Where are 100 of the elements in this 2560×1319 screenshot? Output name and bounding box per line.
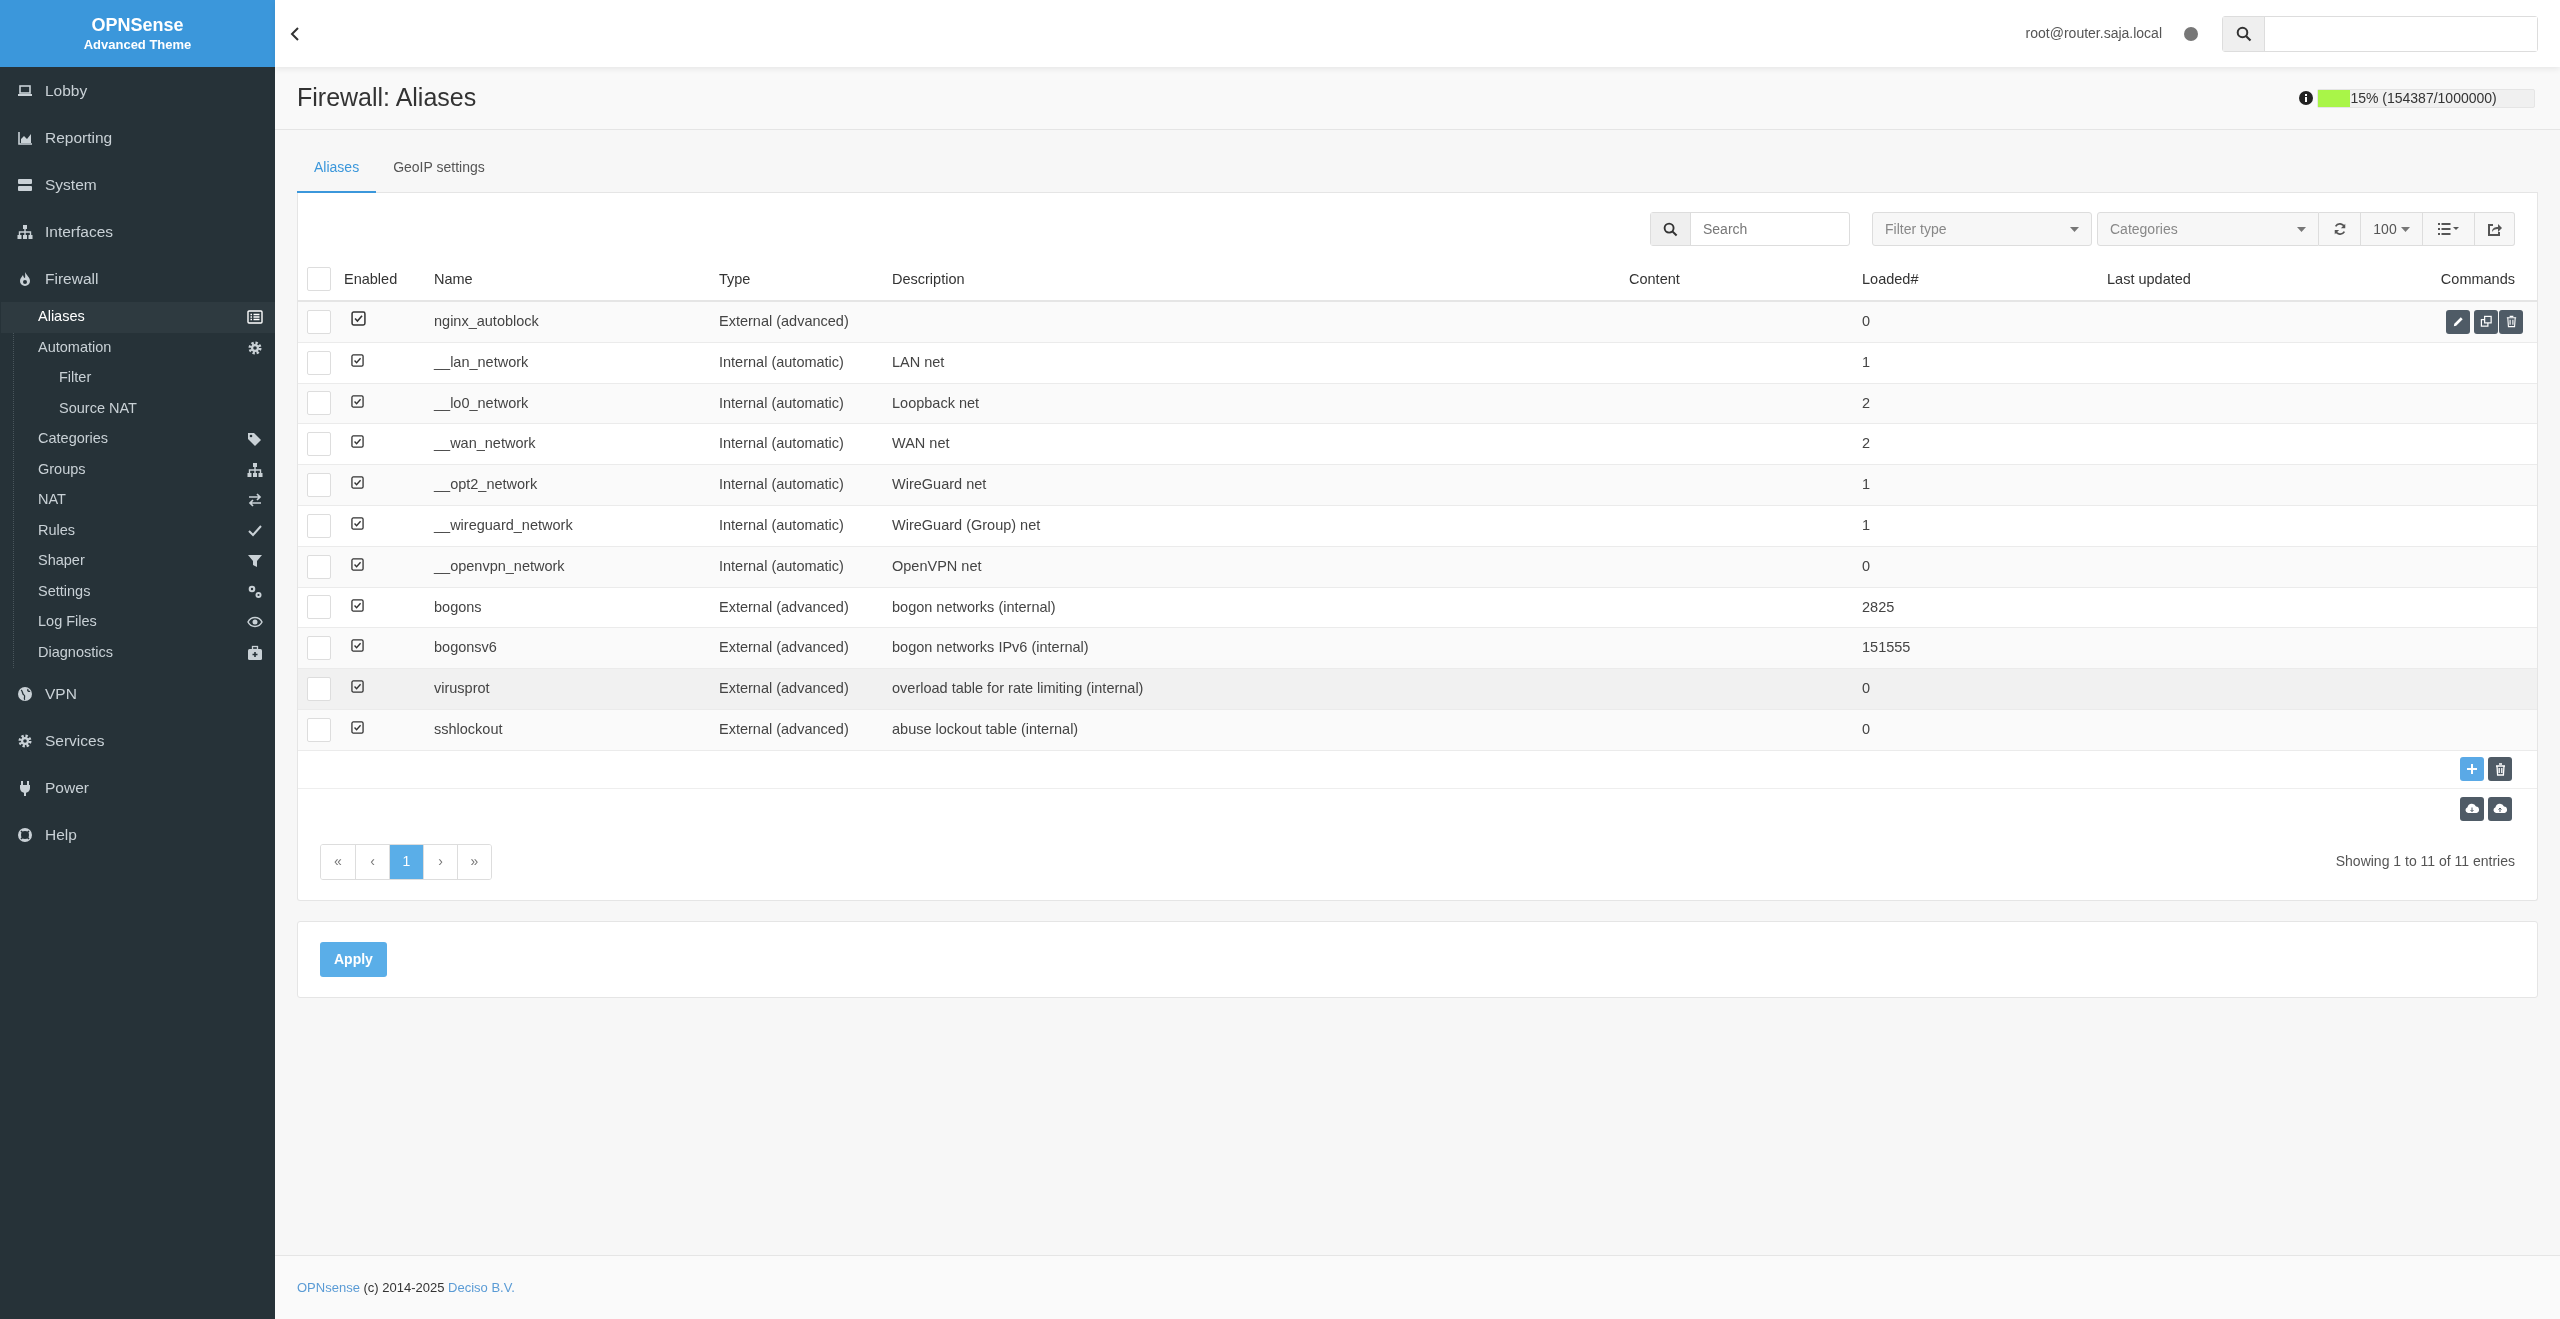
sidebar-item[interactable]: Interfaces: [0, 208, 275, 255]
table-cell: bogon networks IPv6 (internal): [892, 639, 1089, 656]
table-row[interactable]: bogonsv6 External (advanced) bogon networks IPv6 (internal) 151555: [298, 628, 2537, 670]
table-cell: virusprot: [434, 680, 490, 697]
column-header[interactable]: Type: [719, 269, 751, 291]
plug-icon: [17, 779, 33, 796]
sidebar-subitem[interactable]: Filter: [14, 363, 275, 394]
flame-icon: [17, 270, 33, 287]
table-cell: 2: [1862, 435, 1871, 452]
page-size-select[interactable]: 100: [2361, 212, 2423, 246]
column-header[interactable]: Enabled: [344, 269, 398, 291]
sidebar-item[interactable]: Reporting: [0, 114, 275, 161]
sidebar-subitem[interactable]: NAT: [14, 485, 275, 516]
column-header[interactable]: Commands: [2440, 269, 2515, 291]
sidebar-item[interactable]: Lobby: [0, 67, 275, 114]
table-row[interactable]: virusprot External (advanced) overload table for rate limiting (internal) 0: [298, 669, 2537, 710]
row-checkbox[interactable]: [307, 677, 331, 702]
upload-button[interactable]: [2488, 796, 2512, 821]
trash-icon: [2504, 315, 2518, 329]
table-cell: 2825: [1862, 598, 1895, 615]
row-checkbox[interactable]: [307, 636, 331, 661]
table-row[interactable]: nginx_autoblock External (advanced) 0: [298, 302, 2537, 343]
column-menu-button[interactable]: [2423, 212, 2475, 246]
table-cell: Internal (automatic): [719, 557, 844, 574]
export-button[interactable]: [2475, 212, 2515, 246]
search-field[interactable]: Search: [1650, 212, 1850, 246]
sidebar-subitem[interactable]: Categories: [14, 424, 275, 455]
table-cell: Internal (automatic): [719, 394, 844, 411]
sidebar-subitem[interactable]: Shaper: [14, 546, 275, 577]
column-header[interactable]: Description: [892, 269, 965, 291]
row-checkbox[interactable]: [307, 717, 331, 742]
column-header[interactable]: Name: [434, 269, 473, 291]
table-cell: WAN net: [892, 435, 950, 452]
sidebar-subitem[interactable]: Automation: [14, 332, 275, 363]
help-icon: [17, 826, 33, 843]
table-cell: External (advanced): [719, 313, 849, 329]
page-button[interactable]: »: [457, 844, 491, 879]
table-cell: Loopback net: [892, 394, 980, 411]
row-checkbox[interactable]: [307, 309, 331, 334]
row-checkbox[interactable]: [307, 554, 331, 579]
select-all-checkbox[interactable]: [307, 267, 331, 291]
copy-button[interactable]: [2474, 309, 2498, 334]
sidebar-item[interactable]: Services: [0, 717, 275, 764]
sidebar-subitem[interactable]: Settings: [14, 576, 275, 607]
row-checkbox[interactable]: [307, 391, 331, 416]
sidebar-item[interactable]: System: [0, 161, 275, 208]
copy-icon: [2479, 315, 2493, 329]
table-row[interactable]: __lo0_network Internal (automatic) Loopback net 2: [298, 383, 2537, 425]
sidebar-subitem[interactable]: Diagnostics: [14, 637, 275, 668]
sidebar-item[interactable]: Power: [0, 764, 275, 811]
table-cell: __lan_network: [434, 353, 529, 370]
delete-selected-button[interactable]: [2488, 757, 2512, 782]
export-icon: [2486, 221, 2503, 237]
footer-text: OPNsense (c) 2014-2025 Deciso B.V.: [297, 1278, 515, 1297]
tab[interactable]: GeoIP settings: [376, 143, 502, 193]
caret-icon: [2400, 226, 2410, 232]
table-cell: 0: [1862, 557, 1871, 574]
row-checkbox[interactable]: [307, 513, 331, 538]
table-cell: __wan_network: [434, 435, 536, 452]
row-checkbox[interactable]: [307, 595, 331, 620]
table-cell: abuse lockout table (internal): [892, 721, 1079, 737]
sidebar-item[interactable]: VPN: [0, 670, 275, 717]
brand-subtitle: Advanced Theme: [83, 36, 192, 53]
table-cell: WireGuard net: [892, 476, 987, 493]
arrows-icon: [247, 492, 263, 509]
table-row[interactable]: sshlockout External (advanced) abuse lockout table (internal) 0: [298, 709, 2537, 751]
row-checkbox[interactable]: [307, 432, 331, 457]
column-header[interactable]: Content: [1629, 269, 1680, 291]
edit-button[interactable]: [2446, 309, 2470, 334]
row-checkbox[interactable]: [307, 350, 331, 375]
row-checkbox[interactable]: [307, 473, 331, 498]
pencil-icon: [2451, 315, 2465, 329]
table-cell: bogons: [434, 598, 482, 615]
table-cell: 1: [1862, 517, 1871, 533]
sidebar-subitem[interactable]: Source NAT: [14, 393, 275, 424]
column-header[interactable]: Last updated: [2107, 269, 2191, 291]
user-label[interactable]: root@router.saja.local: [2025, 23, 2162, 44]
sidebar-subitem[interactable]: Groups: [14, 454, 275, 485]
table-cell: nginx_autoblock: [434, 313, 539, 329]
sidebar-subitem[interactable]: Aliases: [1, 302, 275, 333]
table-cell: __wireguard_network: [434, 517, 573, 533]
sidebar-item[interactable]: Help: [0, 811, 275, 858]
table-row[interactable]: __opt2_network Internal (automatic) WireGuard net 1: [298, 465, 2537, 506]
search-input[interactable]: Search: [1691, 213, 1849, 245]
refresh-button[interactable]: [2319, 212, 2361, 246]
sidebar-item[interactable]: Firewall: [0, 255, 275, 302]
sidebar-subitem[interactable]: Rules: [14, 515, 275, 546]
table-cell: External (advanced): [719, 639, 849, 656]
table-cell: 0: [1862, 721, 1871, 737]
table-row[interactable]: __openvpn_network Internal (automatic) OpenVPN net 0: [298, 546, 2537, 588]
table-cell: bogon networks (internal): [892, 598, 1056, 615]
sidebar-subitem[interactable]: Log Files: [14, 607, 275, 638]
cloud-upload-icon: [2492, 803, 2508, 815]
hierarchy-icon: [17, 223, 33, 240]
brand-title: OPNSense: [91, 14, 184, 37]
global-search-field[interactable]: [2222, 15, 2538, 52]
column-header[interactable]: Loaded#: [1862, 269, 1919, 291]
caret-icon: [2297, 226, 2306, 232]
download-button[interactable]: [2460, 796, 2484, 821]
delete-button[interactable]: [2499, 309, 2523, 334]
